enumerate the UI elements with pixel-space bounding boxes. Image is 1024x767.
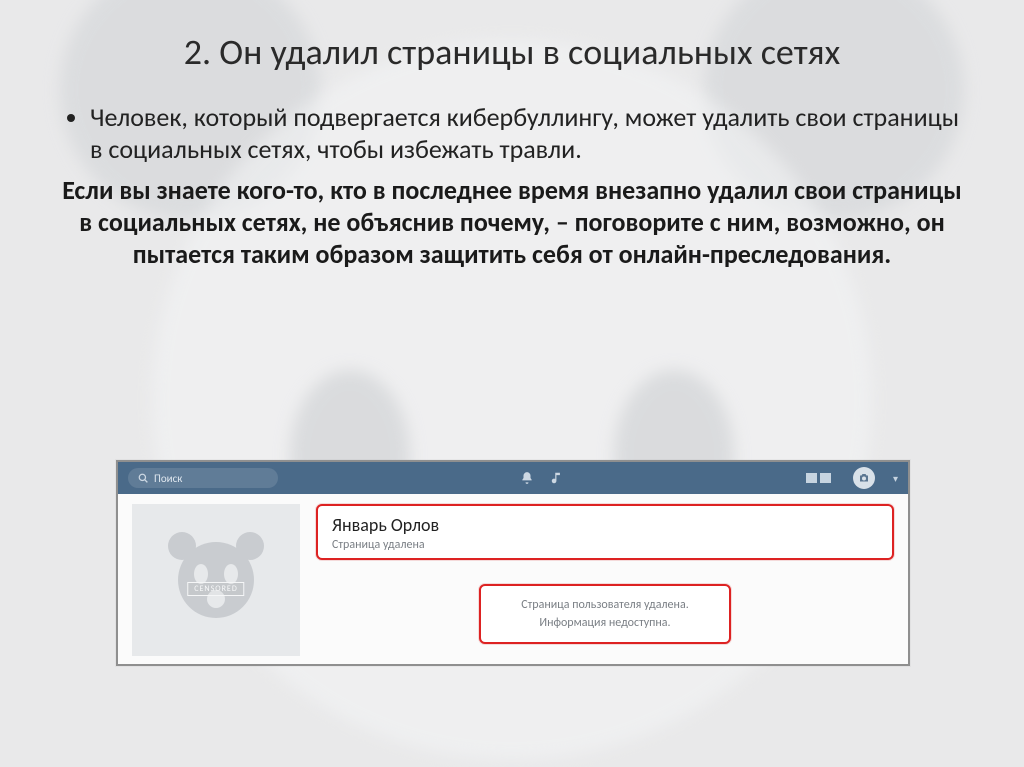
music-icon[interactable] xyxy=(550,471,564,485)
paragraph-2: Если вы знаете кого-то, кто в последнее … xyxy=(56,175,968,270)
slide: 2. Он удалил страницы в социальных сетях… xyxy=(0,0,1024,767)
info-line-1: Страница пользователя удалена. xyxy=(521,596,688,614)
profile-deleted-info: Страница пользователя удалена. Информаци… xyxy=(479,584,730,644)
deleted-avatar-icon xyxy=(166,530,266,630)
profile-name: Январь Орлов xyxy=(332,514,878,536)
info-line-2: Информация недоступна. xyxy=(521,614,688,632)
vk-body: CENSORED Январь Орлов Страница удалена С… xyxy=(118,494,908,668)
profile-picture-deleted: CENSORED xyxy=(132,504,300,656)
bullet-list: Человек, который подвергается кибербулли… xyxy=(56,102,968,165)
bell-icon[interactable] xyxy=(520,471,534,485)
search-icon xyxy=(138,473,148,483)
camera-icon xyxy=(858,472,870,484)
profile-avatar-button[interactable] xyxy=(853,467,875,489)
profile-name-box: Январь Орлов Страница удалена xyxy=(316,504,894,560)
vk-header: Поиск ▾ xyxy=(118,462,908,494)
search-placeholder: Поиск xyxy=(154,472,182,485)
chevron-down-icon[interactable]: ▾ xyxy=(893,472,898,485)
profile-info-column: Январь Орлов Страница удалена Страница п… xyxy=(316,504,894,656)
vk-screenshot: Поиск ▾ C xyxy=(116,460,910,666)
slide-content: 2. Он удалил страницы в социальных сетях… xyxy=(0,0,1024,271)
paragraph-1: Человек, который подвергается кибербулли… xyxy=(90,102,968,165)
profile-status: Страница удалена xyxy=(332,538,878,552)
header-status-bars xyxy=(806,473,831,483)
censored-label: CENSORED xyxy=(187,582,244,596)
slide-title: 2. Он удалил страницы в социальных сетях xyxy=(56,30,968,74)
search-input[interactable]: Поиск xyxy=(128,468,278,488)
